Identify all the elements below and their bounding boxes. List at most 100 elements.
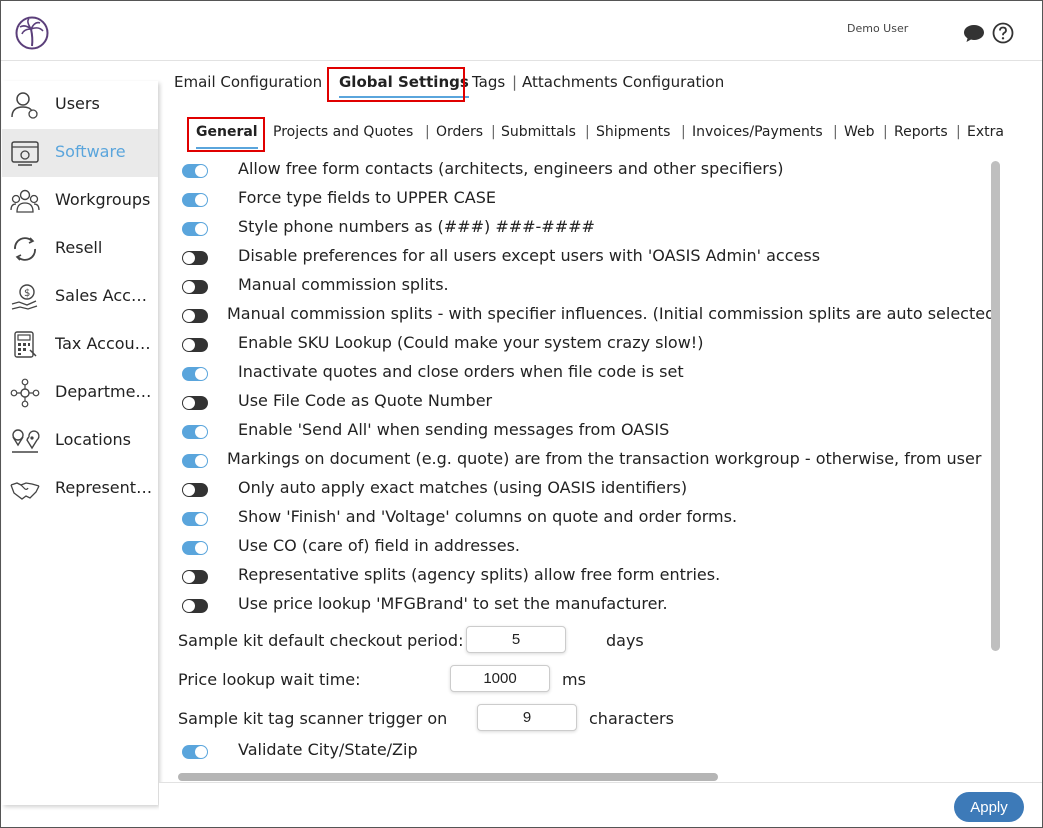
tab-tags[interactable]: Tags	[472, 73, 505, 91]
sidebar-item-users[interactable]: Users	[2, 81, 158, 129]
setting-row: Manual commission splits - with specifie…	[178, 301, 993, 330]
tab-label: Tags	[472, 73, 506, 91]
setting-row: Show 'Finish' and 'Voltage' columns on q…	[178, 504, 993, 533]
setting-label: Show 'Finish' and 'Voltage' columns on q…	[238, 507, 738, 526]
sidebar-item-representatives[interactable]: Representatives	[2, 465, 158, 513]
sidebar-nav: Users Software Workgroups Resell $ Sales…	[2, 81, 158, 805]
apply-button[interactable]: Apply	[954, 792, 1024, 822]
subtab-projects-and-quotes[interactable]: Projects and Quotes	[273, 124, 413, 140]
sidebar-item-label: Sales Accounts	[55, 286, 155, 305]
tab-separator: |	[585, 124, 590, 140]
subtab-reports[interactable]: Reports	[894, 124, 948, 140]
toggle-switch[interactable]	[182, 280, 208, 294]
setting-row: Only auto apply exact matches (using OAS…	[178, 475, 993, 504]
toggle-switch[interactable]	[182, 338, 208, 352]
setting-row: Force type fields to UPPER CASE	[178, 185, 993, 214]
setting-label: Use File Code as Quote Number	[238, 391, 493, 410]
checkout-period-row: Sample kit default checkout period: days	[178, 626, 993, 656]
scanner-trigger-input[interactable]	[477, 704, 577, 731]
setting-label: Validate City/State/Zip	[238, 740, 418, 759]
toggle-switch[interactable]	[182, 251, 208, 265]
setting-row: Allow free form contacts (architects, en…	[178, 156, 993, 185]
subtab-label: Projects and Quotes	[273, 124, 414, 140]
setting-row: Disable preferences for all users except…	[178, 243, 993, 272]
sidebar-item-software[interactable]: Software	[2, 129, 158, 177]
setting-label: Inactivate quotes and close orders when …	[238, 362, 684, 381]
toggle-switch[interactable]	[182, 599, 208, 613]
help-circle-icon[interactable]	[992, 22, 1014, 44]
subtab-label: Orders	[436, 124, 484, 140]
toggle-switch[interactable]	[182, 745, 208, 759]
setting-row-validate: Validate City/State/Zip	[178, 737, 993, 766]
chat-bubble-icon[interactable]	[963, 23, 985, 43]
subtab-shipments[interactable]: Shipments	[596, 124, 670, 140]
toggle-switch[interactable]	[182, 454, 208, 468]
tab-separator: |	[425, 124, 430, 140]
toggle-switch[interactable]	[182, 396, 208, 410]
toggle-switch[interactable]	[182, 309, 208, 323]
checkout-period-unit: days	[606, 631, 644, 650]
sidebar-item-label: Workgroups	[55, 190, 151, 209]
setting-row: Use price lookup 'MFGBrand' to set the m…	[178, 591, 993, 620]
toggle-switch[interactable]	[182, 222, 208, 236]
checkout-period-input[interactable]	[466, 626, 566, 653]
toggle-switch[interactable]	[182, 164, 208, 178]
app-window: Demo User Users Software Workgroups Rese…	[0, 0, 1043, 828]
sidebar-item-sales-accounts[interactable]: $ Sales Accounts	[2, 273, 158, 321]
sidebar-item-tax-accounts[interactable]: Tax Accounts	[2, 321, 158, 369]
setting-row: Enable 'Send All' when sending messages …	[178, 417, 993, 446]
vertical-scrollbar[interactable]	[991, 161, 1000, 651]
setting-row: Manual commission splits.	[178, 272, 993, 301]
footer-bar	[159, 782, 1042, 827]
subtab-label: Invoices/Payments	[692, 124, 823, 140]
tab-label: Email Configuration	[174, 73, 323, 91]
setting-row: Style phone numbers as (###) ###-####	[178, 214, 993, 243]
price-lookup-wait-unit: ms	[562, 670, 586, 689]
tab-separator: |	[883, 124, 888, 140]
sidebar-item-label: Departments	[55, 382, 155, 401]
setting-label: Use CO (care of) field in addresses.	[238, 536, 520, 555]
setting-label: Enable 'Send All' when sending messages …	[238, 420, 670, 439]
handshake-icon	[10, 482, 40, 500]
sidebar-item-label: Tax Accounts	[55, 334, 155, 353]
sidebar-item-workgroups[interactable]: Workgroups	[2, 177, 158, 225]
tab-separator: |	[512, 73, 518, 91]
svg-text:$: $	[24, 288, 30, 299]
toggle-switch[interactable]	[182, 425, 208, 439]
tab-label: Attachments Configuration	[522, 73, 725, 91]
setting-label: Allow free form contacts (architects, en…	[238, 159, 784, 178]
sidebar-item-resell[interactable]: Resell	[2, 225, 158, 273]
user-name[interactable]: Demo User	[847, 22, 908, 35]
toggle-switch[interactable]	[182, 541, 208, 555]
tab-separator: |	[681, 124, 686, 140]
tab-attachments-configuration[interactable]: Attachments Configuration	[522, 73, 724, 91]
setting-label: Manual commission splits.	[238, 275, 449, 294]
workgroups-icon	[10, 189, 40, 213]
horizontal-scrollbar[interactable]	[178, 773, 718, 781]
price-lookup-wait-input[interactable]	[450, 665, 550, 692]
tab-separator: |	[956, 124, 961, 140]
subtab-web[interactable]: Web	[844, 124, 875, 140]
sidebar-item-locations[interactable]: Locations	[2, 417, 158, 465]
subtab-extra[interactable]: Extra	[967, 124, 1004, 140]
setting-row: Markings on document (e.g. quote) are fr…	[178, 446, 993, 475]
top-header: Demo User	[1, 1, 1042, 61]
setting-label: Only auto apply exact matches (using OAS…	[238, 478, 688, 497]
setting-label: Manual commission splits - with specifie…	[227, 304, 993, 323]
subtab-invoices-payments[interactable]: Invoices/Payments	[692, 124, 823, 140]
subtab-orders[interactable]: Orders	[436, 124, 483, 140]
palm-tree-logo-icon[interactable]	[15, 16, 49, 50]
toggle-switch[interactable]	[182, 367, 208, 381]
toggle-switch[interactable]	[182, 570, 208, 584]
sidebar-item-label: Software	[55, 142, 126, 161]
sidebar-item-label: Resell	[55, 238, 103, 257]
toggle-switch[interactable]	[182, 512, 208, 526]
tab-email-configuration[interactable]: Email Configuration	[174, 73, 322, 91]
price-lookup-wait-label: Price lookup wait time:	[178, 670, 361, 689]
subtab-submittals[interactable]: Submittals	[501, 124, 576, 140]
toggle-switch[interactable]	[182, 483, 208, 497]
tab-separator: |	[491, 124, 496, 140]
toggle-switch[interactable]	[182, 193, 208, 207]
sidebar-item-departments[interactable]: Departments	[2, 369, 158, 417]
setting-label: Force type fields to UPPER CASE	[238, 188, 496, 207]
